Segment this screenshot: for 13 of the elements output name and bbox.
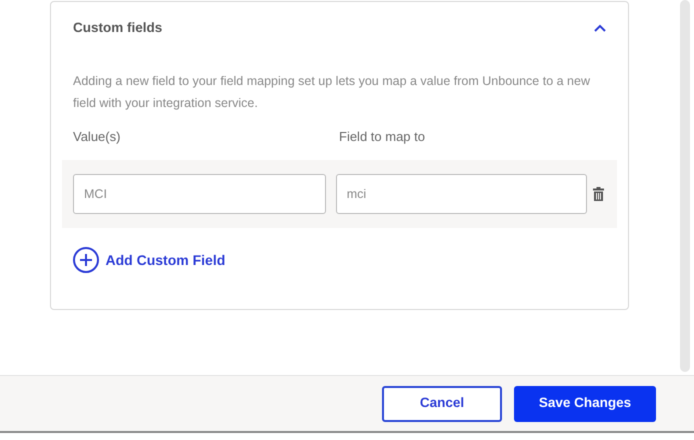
chevron-up-icon[interactable] xyxy=(594,24,606,32)
value-input[interactable]: MCI xyxy=(73,174,326,214)
scrollbar[interactable] xyxy=(680,0,690,372)
description-text: Adding a new field to your field mapping set up lets you map a value from Unbounce to a new field with your integration service. xyxy=(73,73,591,112)
card-title: Custom fields xyxy=(73,19,162,37)
column-label: Field to map to xyxy=(339,128,425,146)
save-button[interactable]: Save Changes xyxy=(514,386,656,422)
field-input[interactable]: mci xyxy=(336,174,587,214)
plus-circle-icon xyxy=(73,247,99,274)
column-label: Value(s) xyxy=(73,128,122,146)
trash-icon[interactable] xyxy=(593,186,604,201)
cancel-button[interactable]: Cancel xyxy=(382,386,502,422)
add-custom-field-button[interactable]: Add Custom Field xyxy=(73,247,226,274)
